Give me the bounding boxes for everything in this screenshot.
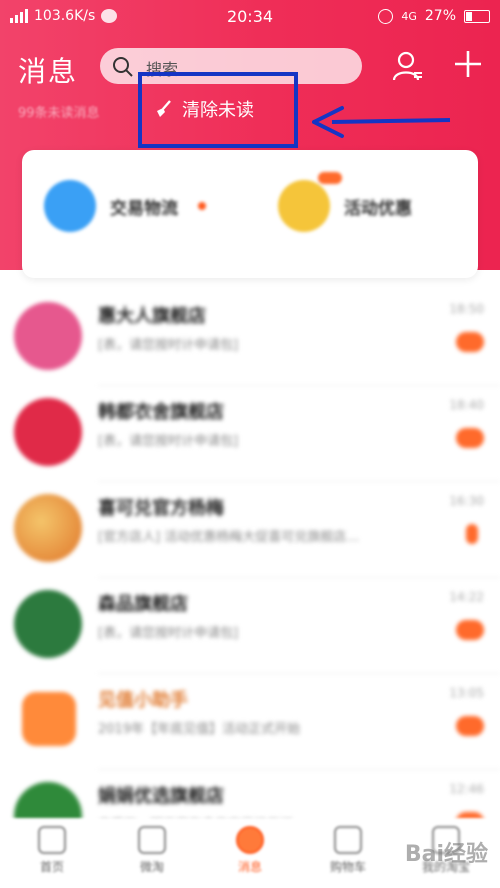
new-dot — [198, 202, 206, 210]
clear-unread-label: 清除未读 — [182, 100, 254, 121]
logistics-icon — [44, 180, 96, 232]
conversation-list: 惠大人旗舰店 [表，请您按时计申请包] 18:50 韩都衣舍旗舰店 [表，请您按… — [0, 290, 500, 866]
tab-label: 消息 — [237, 860, 262, 874]
conversation-time: 14:22 — [449, 590, 484, 604]
conversation-preview: [表，请您按时计申请包] — [98, 434, 239, 449]
avatar — [14, 494, 82, 562]
conversation-time: 18:40 — [449, 398, 484, 412]
network-type: 4G — [401, 9, 417, 23]
tab-cart[interactable]: 购物车 — [318, 826, 378, 875]
battery-icon — [464, 9, 490, 23]
tab-label: 购物车 — [329, 860, 366, 874]
conversation-time: 12:46 — [449, 782, 484, 796]
tab-label: 首页 — [39, 860, 64, 874]
logistics-label: 交易物流 — [110, 198, 178, 219]
unread-badge — [466, 524, 478, 544]
avatar — [14, 302, 82, 370]
alarm-icon — [378, 8, 394, 24]
page-title: 消息 — [18, 55, 79, 88]
conversation-preview: [表，请您按时计申请包] — [98, 626, 239, 641]
contacts-icon[interactable] — [392, 50, 424, 82]
avatar — [22, 692, 76, 746]
weitao-icon — [138, 826, 166, 854]
conversation-preview: [表，请您按时计申请包] — [98, 338, 239, 353]
conversation-time: 18:50 — [449, 302, 484, 316]
promotions-badge — [318, 172, 342, 184]
broom-icon — [157, 100, 171, 117]
battery-level: 27% — [424, 8, 456, 24]
home-icon — [38, 826, 66, 854]
tab-home[interactable]: 首页 — [22, 826, 82, 875]
unread-badge — [456, 620, 484, 640]
promotions-icon — [278, 172, 342, 232]
conversation-time: 16:30 — [449, 494, 484, 508]
promotions-label: 活动优惠 — [344, 198, 412, 219]
status-bar: 103.6K/s 20:34 4G 27% — [0, 0, 500, 34]
avatar — [14, 590, 82, 658]
list-item[interactable]: 见值小助手 2019年【年底见值】活动正式开始 13:05 — [0, 674, 500, 770]
conversation-name: 见值小助手 — [98, 690, 188, 711]
search-icon — [113, 57, 133, 77]
conversation-name: 韩都衣舍旗舰店 — [98, 402, 224, 423]
unread-badge — [456, 332, 484, 352]
conversation-name: 森品旗舰店 — [98, 594, 188, 615]
unread-badge — [456, 428, 484, 448]
conversation-name: 惠大人旗舰店 — [98, 306, 206, 327]
annotation-arrow-icon — [312, 106, 451, 138]
tab-messages[interactable]: 消息 — [220, 826, 280, 875]
watermark: Bai经验 — [404, 842, 488, 867]
conversation-time: 13:05 — [449, 686, 484, 700]
tab-weitao[interactable]: 微淘 — [122, 826, 182, 875]
logistics-entry[interactable]: 交易物流 — [44, 180, 206, 232]
conversation-preview: [官方店人] 活动优惠杨梅大促喜可兑旗舰店… — [98, 530, 360, 545]
conversation-name: 喜可兑官方杨梅 — [98, 498, 224, 519]
tab-label: 微淘 — [139, 860, 164, 874]
unread-summary: 99条未读消息 — [18, 106, 100, 121]
list-item[interactable]: 韩都衣舍旗舰店 [表，请您按时计申请包] 18:40 — [0, 386, 500, 482]
conversation-name: 娟娟优选旗舰店 — [98, 786, 224, 807]
promotions-entry[interactable]: 活动优惠 — [278, 172, 412, 232]
cart-icon — [334, 826, 362, 854]
list-item[interactable]: 惠大人旗舰店 [表，请您按时计申请包] 18:50 — [0, 290, 500, 386]
avatar — [14, 398, 82, 466]
plus-icon[interactable] — [452, 48, 484, 80]
quick-entry-card: 交易物流 活动优惠 — [22, 150, 478, 278]
clear-unread-button[interactable]: 清除未读 — [154, 96, 254, 122]
list-item[interactable]: 森品旗舰店 [表，请您按时计申请包] 14:22 — [0, 578, 500, 674]
conversation-preview: 2019年【年底见值】活动正式开始 — [98, 722, 301, 737]
unread-badge — [456, 716, 484, 736]
list-item[interactable]: 喜可兑官方杨梅 [官方店人] 活动优惠杨梅大促喜可兑旗舰店… 16:30 — [0, 482, 500, 578]
message-icon — [236, 826, 264, 854]
